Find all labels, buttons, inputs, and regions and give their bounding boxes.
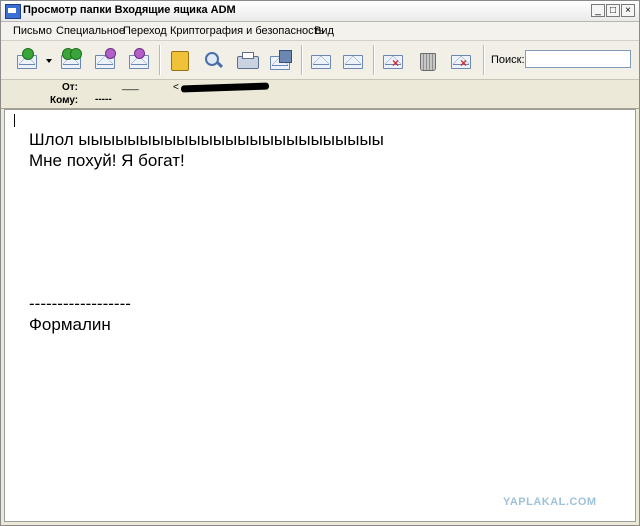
trash-icon xyxy=(416,51,438,71)
menu-item-letter[interactable]: Письмо xyxy=(13,25,52,37)
get-mail-icon xyxy=(16,48,38,69)
from-label: От: xyxy=(62,82,79,93)
reply-all-button[interactable] xyxy=(57,47,85,73)
title-bar: Просмотр папки Входящие ящика ADM _ □ × xyxy=(1,1,639,22)
menu-item-special[interactable]: Специальное xyxy=(56,25,125,37)
toolbar-separator xyxy=(483,45,485,75)
message-header: От: ___ < Кому: ----- xyxy=(1,80,639,109)
close-button[interactable]: × xyxy=(621,4,635,17)
message-body[interactable]: Шлол ыыыыыыыыыыыыыыыыыыыыыыыыы Мне похуй… xyxy=(4,109,636,522)
address-book-icon xyxy=(168,51,190,71)
delete-button[interactable]: × xyxy=(447,47,475,73)
menu-item-crypto[interactable]: Криптография и безопасность xyxy=(170,25,324,37)
message-line: Шлол ыыыыыыыыыыыыыыыыыыыыыыыыы xyxy=(29,130,384,149)
to-value[interactable]: ----- xyxy=(95,94,112,105)
window-title: Просмотр папки Входящие ящика ADM xyxy=(23,4,236,16)
mail-window: Просмотр папки Входящие ящика ADM _ □ × … xyxy=(0,0,640,526)
to-label: Кому: xyxy=(50,95,79,106)
toolbar-separator xyxy=(301,45,303,75)
toolbar: × × Поиск: xyxy=(1,41,639,80)
search-label: Поиск: xyxy=(491,54,525,66)
trash-button[interactable] xyxy=(413,47,441,73)
signature: Формалин xyxy=(29,315,111,334)
minimize-button[interactable]: _ xyxy=(591,4,605,17)
reply-all-icon xyxy=(60,48,82,69)
print-icon xyxy=(236,51,259,69)
from-address[interactable]: < xyxy=(173,82,179,93)
print-button[interactable] xyxy=(233,47,261,73)
app-icon xyxy=(5,4,21,19)
watermark: YAPLAKAL.COM xyxy=(503,496,597,508)
from-name: ___ xyxy=(122,80,139,91)
get-mail-button[interactable] xyxy=(13,47,41,73)
forward-button[interactable] xyxy=(91,47,119,73)
move-down-icon xyxy=(342,51,364,69)
maximize-button[interactable]: □ xyxy=(606,4,620,17)
message-line: Мне похуй! Я богат! xyxy=(29,151,185,170)
text-caret xyxy=(14,114,15,127)
signature-separator: ------------------ xyxy=(29,294,131,313)
address-book-button[interactable] xyxy=(165,47,193,73)
menu-item-go[interactable]: Переход xyxy=(123,25,167,37)
save-icon xyxy=(270,50,292,70)
toolbar-separator xyxy=(159,45,161,75)
forward-icon xyxy=(94,48,116,69)
toolbar-separator xyxy=(373,45,375,75)
mark-spam-icon: × xyxy=(382,51,404,69)
delete-icon: × xyxy=(450,51,472,69)
find-button[interactable] xyxy=(199,47,227,73)
find-icon xyxy=(202,51,224,69)
mark-spam-button[interactable]: × xyxy=(379,47,407,73)
move-down-button[interactable] xyxy=(339,47,367,73)
save-button[interactable] xyxy=(267,47,295,73)
move-up-icon xyxy=(310,51,332,69)
menu-bar: Письмо Специальное Переход Криптография … xyxy=(1,22,639,41)
redaction-mark xyxy=(180,82,270,93)
chevron-down-icon[interactable] xyxy=(46,59,52,63)
move-up-button[interactable] xyxy=(307,47,335,73)
reply-icon xyxy=(128,48,150,69)
search-input[interactable] xyxy=(525,50,631,68)
reply-button[interactable] xyxy=(125,47,153,73)
menu-item-view[interactable]: Вид xyxy=(314,25,334,37)
